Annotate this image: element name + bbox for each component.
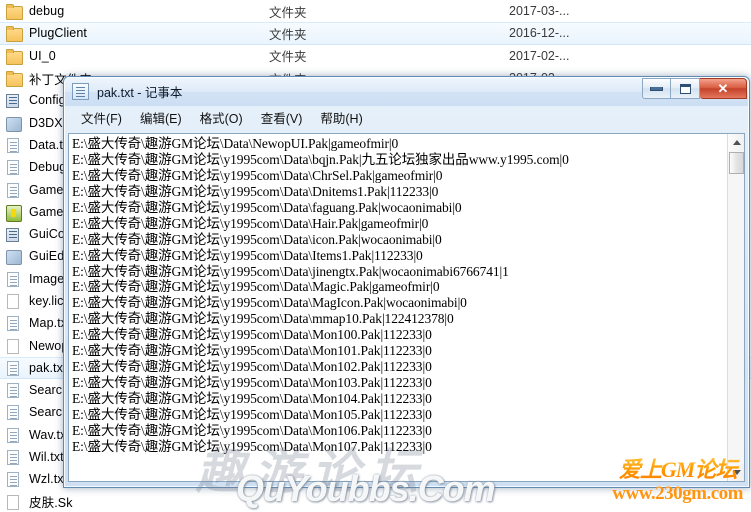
file-date-cell: 2016-12-... bbox=[509, 26, 570, 41]
text-line: E:\盛大传奇\趣游GM论坛\y1995com\Data\Items1.Pak|… bbox=[72, 247, 423, 263]
scroll-up-icon bbox=[732, 140, 741, 145]
file-name-cell: PlugClient bbox=[29, 26, 87, 41]
table-row[interactable]: debug 文件夹 2017-03-... bbox=[0, 0, 751, 22]
notepad-title-bar[interactable]: pak.txt - 记事本 ✕ bbox=[64, 77, 749, 106]
minimize-icon bbox=[650, 86, 663, 91]
text-line: E:\盛大传奇\趣游GM论坛\y1995com\Data\Mon102.Pak|… bbox=[72, 359, 432, 375]
maximize-button[interactable] bbox=[671, 78, 700, 99]
file-type-cell: 文件夹 bbox=[269, 5, 307, 20]
text-icon bbox=[6, 427, 22, 443]
text-line: E:\盛大传奇\趣游GM论坛\y1995com\Data\Dnitems1.Pa… bbox=[72, 183, 439, 199]
scroll-up-button[interactable] bbox=[728, 134, 744, 151]
file-name-cell: UI_0 bbox=[29, 48, 56, 63]
text-line: E:\盛大传奇\趣游GM论坛\y1995com\Data\Mon101.Pak|… bbox=[72, 343, 432, 359]
text-icon bbox=[6, 382, 22, 399]
text-line: E:\盛大传奇\趣游GM论坛\y1995com\Data\mmap10.Pak|… bbox=[72, 311, 454, 327]
table-row[interactable]: 皮肤.Sk bbox=[0, 491, 751, 512]
text-line: E:\盛大传奇\趣游GM论坛\y1995com\Data\Magic.Pak|g… bbox=[72, 279, 440, 295]
notepad-menu-bar[interactable]: 文件(F) 编辑(E) 格式(O) 查看(V) 帮助(H) bbox=[64, 106, 749, 129]
menu-edit[interactable]: 编辑(E) bbox=[131, 106, 191, 129]
text-line: E:\盛大传奇\趣游GM论坛\y1995com\Data\icon.Pak|wo… bbox=[72, 231, 442, 247]
scroll-down-icon bbox=[732, 470, 741, 475]
notepad-document-icon bbox=[72, 83, 89, 100]
notepad-window[interactable]: pak.txt - 记事本 ✕ 文件(F) 编辑(E) 格式(O) 查看(V) 帮助(H… bbox=[63, 76, 750, 488]
folder-icon bbox=[6, 70, 23, 88]
file-date-cell: 2017-02-... bbox=[509, 48, 570, 63]
close-icon: ✕ bbox=[717, 80, 729, 96]
menu-help[interactable]: 帮助(H) bbox=[311, 106, 371, 129]
text-icon bbox=[6, 449, 22, 466]
table-row[interactable]: UI_0 文件夹 2017-02-... bbox=[0, 45, 751, 67]
text-line: E:\盛大传奇\趣游GM论坛\y1995com\Data\MagIcon.Pak… bbox=[72, 295, 467, 311]
text-icon bbox=[6, 360, 22, 376]
dll-icon bbox=[6, 248, 22, 266]
text-icon bbox=[6, 271, 22, 287]
file-type-cell: 文件夹 bbox=[269, 50, 307, 65]
text-icon bbox=[6, 315, 22, 332]
text-icon bbox=[6, 471, 22, 488]
text-line: E:\盛大传奇\趣游GM论坛\y1995com\Data\Mon104.Pak|… bbox=[72, 391, 432, 406]
text-line: E:\盛大传奇\趣游GM论坛\y1995com\Data\Mon107.Pak|… bbox=[72, 438, 432, 454]
table-row[interactable]: PlugClient 文件夹 2016-12-... bbox=[0, 22, 751, 45]
text-icon bbox=[6, 137, 22, 153]
text-line: E:\盛大传奇\趣游GM论坛\y1995com\Data\Mon106.Pak|… bbox=[72, 422, 432, 438]
file-name-cell: debug bbox=[29, 4, 65, 19]
config-icon bbox=[6, 92, 22, 109]
file-name-cell: 皮肤.Sk bbox=[29, 496, 73, 511]
text-line: E:\盛大传奇\趣游GM论坛\y1995com\Data\Mon103.Pak|… bbox=[72, 375, 432, 391]
notepad-vertical-scrollbar[interactable] bbox=[727, 134, 744, 481]
menu-view[interactable]: 查看(V) bbox=[252, 106, 312, 129]
scroll-down-button[interactable] bbox=[728, 464, 744, 481]
file-type-cell: 文件夹 bbox=[269, 27, 307, 42]
menu-file[interactable]: 文件(F) bbox=[72, 106, 131, 129]
plain-icon bbox=[6, 494, 22, 510]
file-date-cell: 2017-03-... bbox=[509, 4, 570, 19]
maximize-icon bbox=[679, 83, 691, 94]
notepad-window-title: pak.txt - 记事本 bbox=[97, 86, 183, 100]
plain-icon bbox=[6, 338, 22, 354]
text-icon bbox=[6, 404, 22, 421]
plain-icon bbox=[6, 293, 22, 309]
close-button[interactable]: ✕ bbox=[700, 78, 747, 99]
text-line: E:\盛大传奇\趣游GM论坛\y1995com\Data\bqjn.Pak|九五… bbox=[72, 151, 569, 167]
exe-icon bbox=[6, 204, 22, 222]
notepad-text-area-wrapper[interactable]: E:\盛大传奇\趣游GM论坛\Data\NewopUI.Pak|gameofmi… bbox=[68, 133, 745, 482]
text-line: E:\盛大传奇\趣游GM论坛\y1995com\Data\Hair.Pak|ga… bbox=[72, 215, 429, 231]
folder-icon bbox=[6, 25, 23, 43]
folder-icon bbox=[6, 3, 23, 21]
text-line: E:\盛大传奇\趣游GM论坛\y1995com\Data\ChrSel.Pak|… bbox=[72, 167, 443, 183]
text-icon bbox=[6, 159, 22, 176]
config-icon bbox=[6, 226, 22, 243]
text-line: E:\盛大传奇\趣游GM论坛\y1995com\Data\faguang.Pak… bbox=[72, 199, 462, 215]
text-line: E:\盛大传奇\趣游GM论坛\y1995com\Data\jinengtx.Pa… bbox=[72, 263, 509, 279]
notepad-text-area[interactable]: E:\盛大传奇\趣游GM论坛\Data\NewopUI.Pak|gameofmi… bbox=[69, 134, 727, 481]
scrollbar-thumb[interactable] bbox=[729, 152, 744, 174]
folder-icon bbox=[6, 48, 23, 65]
text-line: E:\盛大传奇\趣游GM论坛\y1995com\Data\Mon105.Pak|… bbox=[72, 406, 432, 422]
text-line: E:\盛大传奇\趣游GM论坛\y1995com\Data\Mon100.Pak|… bbox=[72, 327, 432, 343]
window-controls: ✕ bbox=[642, 78, 747, 99]
text-line: E:\盛大传奇\趣游GM论坛\Data\NewopUI.Pak|gameofmi… bbox=[72, 136, 399, 151]
text-icon bbox=[6, 182, 22, 198]
dll-icon bbox=[6, 115, 22, 132]
menu-format[interactable]: 格式(O) bbox=[191, 106, 252, 129]
minimize-button[interactable] bbox=[642, 78, 671, 99]
